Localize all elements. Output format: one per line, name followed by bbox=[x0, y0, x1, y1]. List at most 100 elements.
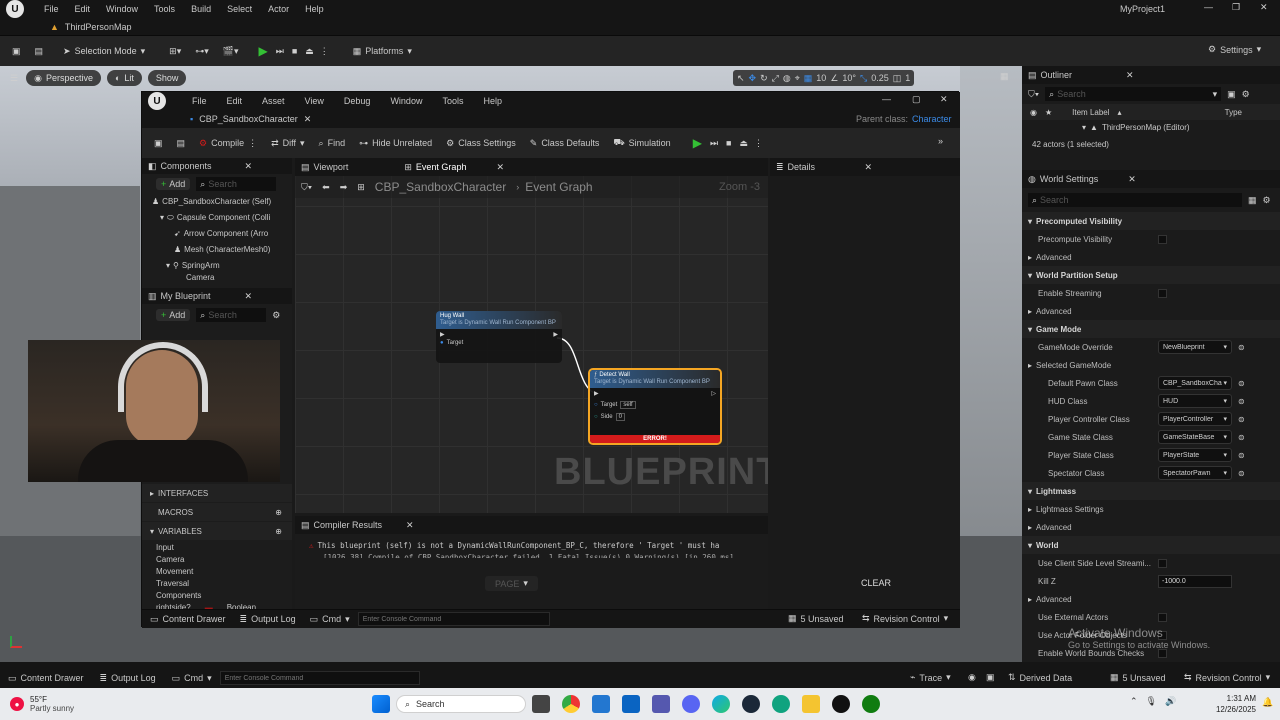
node-detect-wall[interactable]: ƒ Detect Wall Target is Dynamic Wall Run … bbox=[588, 368, 722, 445]
simulation-button[interactable]: ⛟ Simulation bbox=[613, 137, 670, 149]
property-checkbox[interactable] bbox=[1158, 234, 1167, 244]
taskbar-clock[interactable]: 1:31 AM 12/26/2025 bbox=[1208, 693, 1256, 715]
expand-toolbar-icon[interactable]: » bbox=[938, 136, 943, 146]
parent-class-value[interactable]: Character bbox=[912, 114, 952, 124]
play-options-icon[interactable]: ⋮ bbox=[320, 46, 329, 57]
scale-tool-icon[interactable]: ⤢ bbox=[772, 73, 779, 84]
section-interfaces[interactable]: ▸ INTERFACES bbox=[142, 484, 292, 502]
output-log-button[interactable]: ≣ Output Log bbox=[100, 673, 156, 684]
grid-snap-icon[interactable]: ▦ bbox=[804, 73, 813, 84]
property-checkbox[interactable] bbox=[1158, 288, 1167, 298]
bp-menu-file[interactable]: File bbox=[192, 96, 207, 106]
browse-icon[interactable]: ▤ bbox=[35, 46, 44, 57]
console-input[interactable] bbox=[357, 612, 550, 626]
browse-asset-icon[interactable]: ⊜ bbox=[1238, 415, 1245, 424]
exec-out-pin-icon[interactable]: ▷ bbox=[711, 390, 716, 397]
browse-icon[interactable]: ▤ bbox=[177, 138, 186, 149]
blueprint-icon[interactable]: ⊶▾ bbox=[195, 46, 209, 57]
menu-select[interactable]: Select bbox=[227, 4, 252, 14]
trace-button[interactable]: ⌁ Trace ▾ bbox=[910, 672, 951, 683]
tree-item-arrow[interactable]: ➹ Arrow Component (Arro bbox=[142, 226, 292, 242]
options-icon[interactable]: ⋮ bbox=[754, 138, 763, 149]
unsaved-button[interactable]: ▦ 5 Unsaved bbox=[788, 613, 844, 624]
property-row[interactable]: Game State Class GameStateBase ▾ ⊜ bbox=[1022, 428, 1280, 446]
eject-icon[interactable]: ⏏ bbox=[739, 138, 748, 149]
tab-event-graph[interactable]: ⊞ Event Graph ✕ bbox=[404, 162, 504, 173]
close-icon[interactable]: ✕ bbox=[244, 291, 252, 302]
menu-window[interactable]: Window bbox=[106, 4, 138, 14]
compiler-message[interactable]: ⚠ This blueprint (self) is not a Dynamic… bbox=[309, 540, 745, 552]
hamburger-icon[interactable]: ☰ bbox=[10, 73, 18, 84]
chrome-icon[interactable] bbox=[562, 695, 580, 713]
grid-snap-value[interactable]: 10 bbox=[816, 73, 826, 83]
lit-button[interactable]: ◐ Lit bbox=[106, 70, 142, 86]
menu-actor[interactable]: Actor bbox=[268, 4, 289, 14]
bp-menu-debug[interactable]: Debug bbox=[344, 96, 371, 106]
property-dropdown[interactable]: CBP_SandboxCha ▾ bbox=[1158, 376, 1232, 390]
console-input[interactable] bbox=[219, 671, 420, 685]
exec-out-pin-icon[interactable]: ▶ bbox=[553, 331, 558, 338]
unsaved-button[interactable]: ▦ 5 Unsaved bbox=[1110, 672, 1166, 683]
sequencer-icon[interactable]: 🎬▾ bbox=[223, 46, 239, 57]
menu-file[interactable]: File bbox=[44, 4, 59, 14]
exec-pin-icon[interactable]: ▶ bbox=[594, 390, 599, 397]
world-settings-search[interactable]: ⌕ Search bbox=[1028, 193, 1242, 207]
class-settings-button[interactable]: ⚙ Class Settings bbox=[446, 138, 516, 149]
property-row[interactable]: HUD Class HUD ▾ ⊜ bbox=[1022, 392, 1280, 410]
property-row[interactable]: Use External Actors bbox=[1022, 608, 1280, 626]
tray-chevron-icon[interactable]: ⌃ bbox=[1130, 696, 1138, 707]
settings-button[interactable]: ⚙ Settings ▾ bbox=[1208, 44, 1261, 55]
var-category-camera[interactable]: Camera bbox=[156, 554, 292, 566]
content-drawer-button[interactable]: ▭ Content Drawer bbox=[8, 673, 84, 684]
play-icon[interactable]: ▶ bbox=[693, 136, 702, 150]
property-row[interactable]: Precompute Visibility bbox=[1022, 230, 1280, 248]
minimize-icon[interactable]: — bbox=[1204, 2, 1213, 12]
browse-asset-icon[interactable]: ⊜ bbox=[1238, 343, 1245, 352]
property-category[interactable]: ▾ Game Mode bbox=[1022, 320, 1280, 338]
add-folder-icon[interactable]: ▣ bbox=[1227, 89, 1236, 100]
compile-button[interactable]: ⚙ Compile ⋮ bbox=[199, 138, 257, 149]
property-row[interactable]: Default Pawn Class CBP_SandboxCha ▾ ⊜ bbox=[1022, 374, 1280, 392]
xbox-icon[interactable] bbox=[862, 695, 880, 713]
tree-item-capsule[interactable]: ▾ ⬭ Capsule Component (Colli bbox=[142, 210, 292, 226]
property-row[interactable]: ▸ Advanced bbox=[1022, 302, 1280, 320]
stop-icon[interactable]: ■ bbox=[726, 138, 731, 148]
select-tool-icon[interactable]: ↖ bbox=[737, 73, 745, 84]
perspective-button[interactable]: ◉ Perspective bbox=[26, 70, 101, 86]
snapshot-icon[interactable]: ▣ bbox=[986, 672, 995, 683]
add-circle-icon[interactable]: ⊕ bbox=[275, 527, 282, 536]
find-button[interactable]: ⌕ Find bbox=[319, 138, 346, 149]
star-icon[interactable]: ★ bbox=[1045, 108, 1052, 117]
tree-item-self[interactable]: ♟ CBP_SandboxCharacter (Self) bbox=[142, 194, 292, 210]
gear-icon[interactable]: ⚙ bbox=[1263, 195, 1271, 206]
property-row[interactable]: ▸ Selected GameMode bbox=[1022, 356, 1280, 374]
pin-default-value[interactable]: 0 bbox=[615, 413, 625, 421]
volume-icon[interactable]: 🔊 bbox=[1165, 696, 1176, 707]
rotate-tool-icon[interactable]: ↻ bbox=[760, 73, 768, 84]
col-type[interactable]: Type bbox=[1225, 108, 1242, 117]
bp-menu-help[interactable]: Help bbox=[483, 96, 502, 106]
property-category[interactable]: ▾ World bbox=[1022, 536, 1280, 554]
property-row[interactable]: Player State Class PlayerState ▾ ⊜ bbox=[1022, 446, 1280, 464]
menu-help[interactable]: Help bbox=[305, 4, 324, 14]
property-checkbox[interactable] bbox=[1158, 612, 1167, 622]
browse-asset-icon[interactable]: ⊜ bbox=[1238, 397, 1245, 406]
revision-control-button[interactable]: ⇆ Revision Control ▾ bbox=[1184, 672, 1270, 683]
property-row[interactable]: Use Client Side Level Streami... bbox=[1022, 554, 1280, 572]
record-icon[interactable]: ◉ bbox=[968, 672, 976, 683]
property-row[interactable]: ▸ Advanced bbox=[1022, 248, 1280, 266]
blueprint-tab[interactable]: ▪ CBP_SandboxCharacter ✕ bbox=[190, 114, 311, 125]
close-icon[interactable]: ✕ bbox=[1126, 70, 1134, 81]
menu-edit[interactable]: Edit bbox=[75, 4, 91, 14]
teams-icon[interactable] bbox=[652, 695, 670, 713]
property-row[interactable]: Kill Z bbox=[1022, 572, 1280, 590]
microphone-icon[interactable]: 🎙 bbox=[1146, 696, 1157, 707]
var-category-input[interactable]: Input bbox=[156, 542, 292, 554]
options-icon[interactable]: ⋮ bbox=[248, 138, 257, 149]
map-tab[interactable]: ▲ ThirdPersonMap bbox=[50, 22, 131, 32]
browse-asset-icon[interactable]: ⊜ bbox=[1238, 469, 1245, 478]
event-graph-canvas[interactable]: ⛉▾ ⬅ ➡ ⊞ CBP_SandboxCharacter › Event Gr… bbox=[295, 158, 768, 513]
browse-asset-icon[interactable]: ⊜ bbox=[1238, 451, 1245, 460]
diff-button[interactable]: ⇄ Diff ▾ bbox=[271, 138, 304, 149]
world-space-icon[interactable]: ◍ bbox=[783, 73, 791, 84]
